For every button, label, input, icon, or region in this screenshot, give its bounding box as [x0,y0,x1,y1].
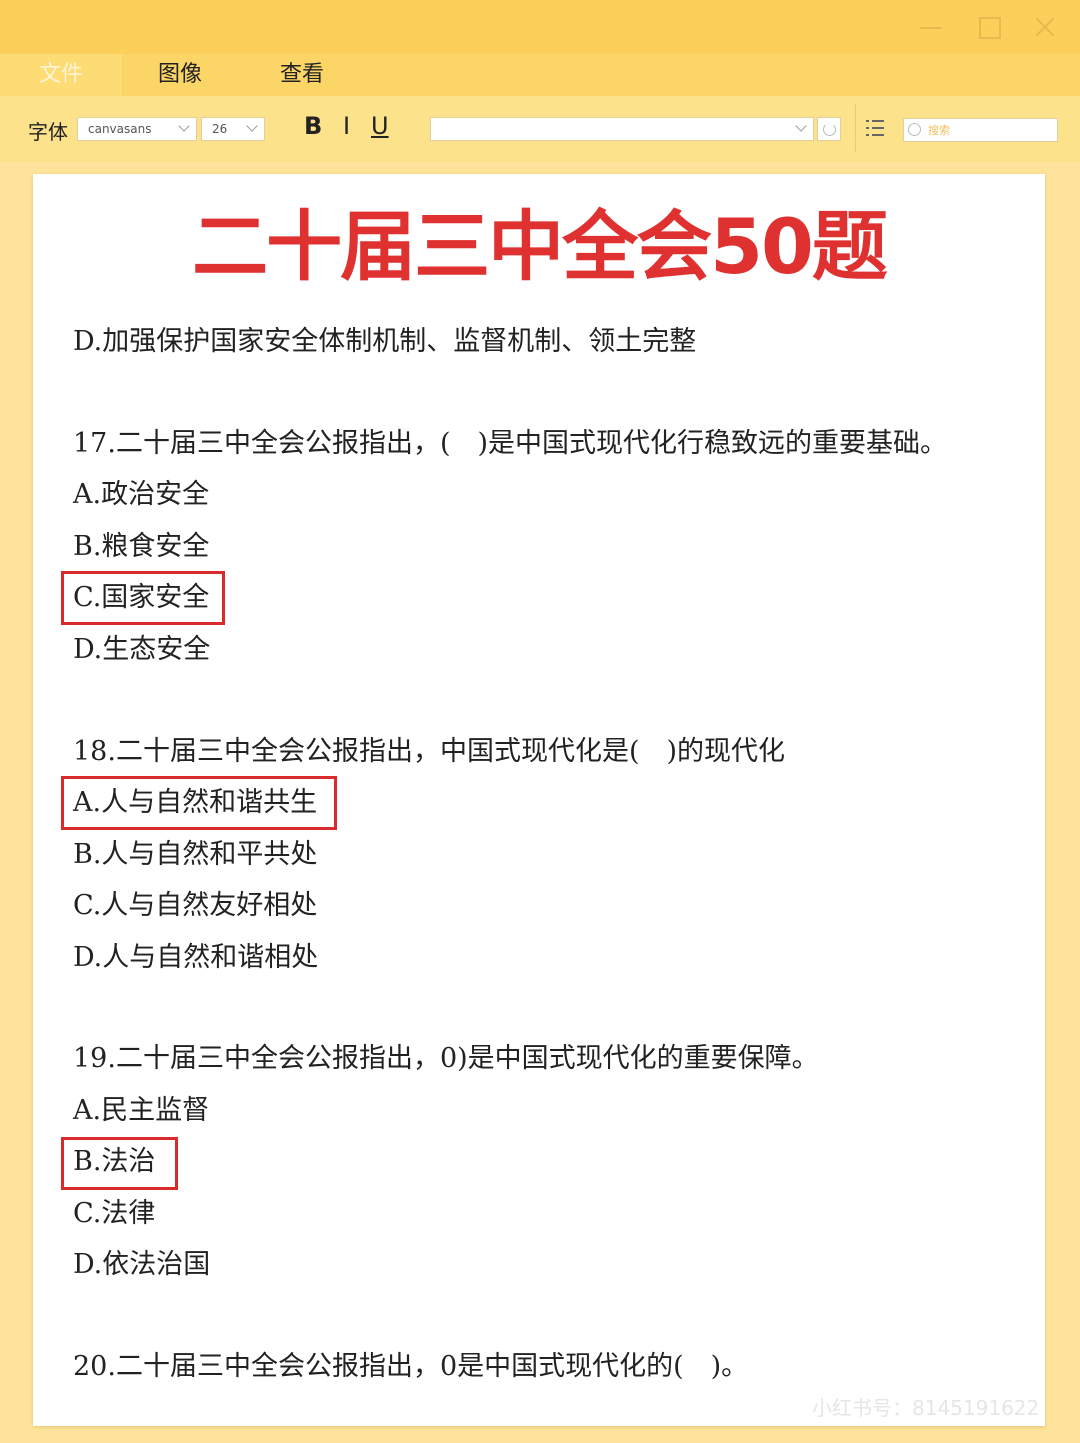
style-select[interactable] [430,117,814,141]
menu-image[interactable]: 图像 [130,54,230,96]
q19-option-a: A.民主监督 [73,1095,210,1126]
q19-option-d: D.依法治国 [73,1249,211,1280]
underline-button[interactable]: U [371,112,389,140]
question-17: 17.二十届三中全会公报指出，( )是中国式现代化行稳致远的重要基础。 [73,428,948,459]
q17-option-a: A.政治安全 [73,479,210,510]
q18-option-d: D.人与自然和谐相处 [73,942,319,973]
window-titlebar [0,0,1080,54]
q17-option-d: D.生态安全 [73,634,211,665]
italic-button[interactable]: I [343,112,350,140]
close-icon[interactable] [1032,14,1058,40]
minimize-icon[interactable] [918,14,944,40]
question-20: 20.二十届三中全会公报指出，0是中国式现代化的( )。 [73,1351,749,1382]
numbered-list-icon[interactable] [866,118,886,138]
font-label: 字体 [28,120,68,144]
font-size-select[interactable]: 26 [201,117,265,141]
font-family-select[interactable]: canvasans [77,117,197,141]
chevron-down-icon [795,120,807,132]
q17-option-b: B.粮食安全 [73,531,210,562]
maximize-icon[interactable] [976,14,1002,40]
refresh-icon[interactable] [817,117,841,141]
menu-bar: 文件 图像 查看 [0,54,1080,96]
font-family-value: canvasans [88,122,152,136]
search-box[interactable] [903,118,1058,142]
menu-view[interactable]: 查看 [252,54,352,96]
search-icon [908,123,921,136]
answer-highlight-box [61,776,337,830]
question-19: 19.二十届三中全会公报指出，0)是中国式现代化的重要保障。 [73,1043,819,1074]
search-input[interactable] [928,122,1048,138]
menu-file[interactable]: 文件 [0,54,122,96]
toolbar-divider [855,104,856,152]
answer-highlight-box [61,571,225,625]
bold-button[interactable]: B [304,112,322,140]
document-page: 二十届三中全会50题 D.加强保护国家安全体制机制、监督机制、领土完整 17.二… [33,174,1045,1426]
q19-option-c: C.法律 [73,1198,156,1229]
document-title: 二十届三中全会50题 [192,202,888,291]
watermark: 小红书号：8145191622 [812,1396,1040,1420]
q18-option-c: C.人与自然友好相处 [73,890,318,921]
q18-option-b: B.人与自然和平共处 [73,839,318,870]
chevron-down-icon [246,120,258,132]
question-18: 18.二十届三中全会公报指出，中国式现代化是( )的现代化 [73,736,786,767]
font-size-value: 26 [212,122,228,136]
answer-highlight-box [61,1137,178,1190]
chevron-down-icon [178,120,190,132]
prev-option-d: D.加强保护国家安全体制机制、监督机制、领土完整 [73,326,697,357]
